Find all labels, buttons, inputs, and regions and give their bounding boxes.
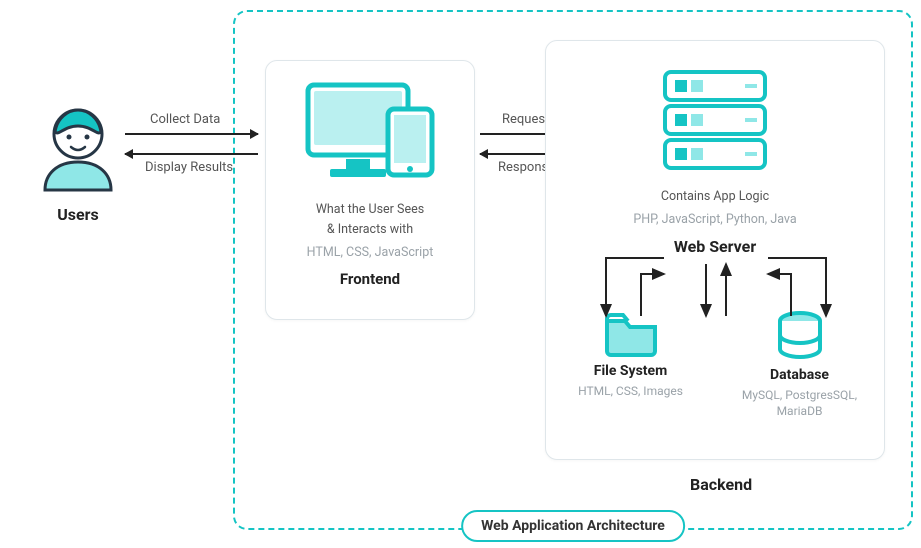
- server-rack-icon: [655, 66, 775, 176]
- server-desc: Contains App Logic: [546, 188, 884, 206]
- arrow-display-results: [125, 153, 258, 155]
- flow-label-request: Request: [502, 112, 549, 127]
- frontend-desc-2: & Interacts with: [266, 221, 474, 239]
- frontend-title: Frontend: [266, 270, 474, 288]
- monitor-tablet-icon: [300, 79, 440, 189]
- backend-connectors: [546, 256, 886, 346]
- file-system-tech: HTML, CSS, Images: [556, 383, 706, 399]
- backend-label: Backend: [690, 475, 752, 494]
- users-label: Users: [28, 205, 128, 224]
- web-server-title: Web Server: [546, 237, 884, 256]
- user-avatar-icon: [36, 100, 120, 195]
- architecture-title-pill: Web Application Architecture: [461, 510, 685, 542]
- frontend-desc-1: What the User Sees: [266, 201, 474, 219]
- file-system-title: File System: [556, 363, 706, 379]
- users-block: Users: [28, 100, 128, 224]
- database-title: Database: [725, 367, 875, 383]
- backend-card: Contains App Logic PHP, JavaScript, Pyth…: [545, 40, 885, 460]
- flow-label-display: Display Results: [145, 160, 233, 175]
- server-tech: PHP, JavaScript, Python, Java: [546, 212, 884, 227]
- frontend-tech: HTML, CSS, JavaScript: [266, 245, 474, 260]
- flow-label-collect: Collect Data: [150, 112, 220, 127]
- frontend-card: What the User Sees & Interacts with HTML…: [265, 60, 475, 320]
- arrow-collect-data: [125, 133, 258, 135]
- database-tech: MySQL, PostgresSQL, MariaDB: [725, 387, 875, 419]
